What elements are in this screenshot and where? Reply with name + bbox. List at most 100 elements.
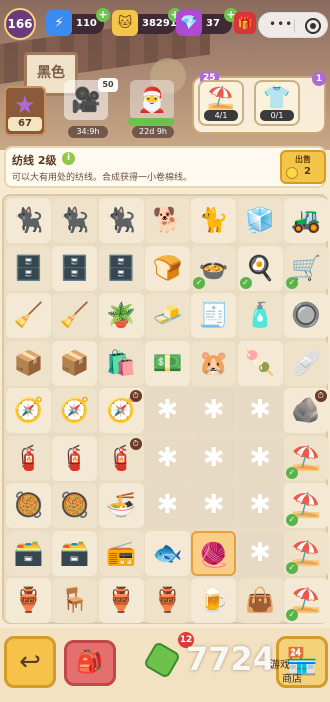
cash-stack-icon: 💵 xyxy=(152,348,183,377)
board-cell-empty[interactable]: ✱ xyxy=(191,483,237,528)
board-cell[interactable]: 📦 xyxy=(6,340,51,386)
santa-event-button[interactable]: 🎅 xyxy=(130,80,174,120)
camera-timer: 34:9h xyxy=(68,126,108,138)
board-cell[interactable]: 🏺 xyxy=(98,578,144,623)
merge-board: 🐈‍⬛ 🐈‍⬛ 🐈‍⬛ 🐕 🐈 🧊 🚜 🗄️ 🗄️ 🗄️ 🍞 🍲 ✓ 🍳 ✓ 🛒 ✓ 🧹 🧹 🪴 🧈 🧾 🧴 🔘 📦 📦 🛍️ 💵 🐹 🍡… xyxy=(2,194,329,624)
board-cell[interactable]: ⛱️ ✓ xyxy=(283,483,329,528)
board-cell[interactable]: 🏺 xyxy=(6,578,51,623)
board-cell[interactable]: 🧯 xyxy=(6,435,51,481)
back-button[interactable]: ↩ xyxy=(4,636,56,688)
board-cell-empty[interactable]: ✱ xyxy=(144,483,190,528)
board-cell-empty[interactable]: ✱ xyxy=(237,435,283,481)
watermark-subtext: 游戏 xyxy=(270,660,290,671)
board-cell[interactable]: 🐈 xyxy=(191,198,237,243)
board-cell[interactable]: 🧶 xyxy=(191,530,237,576)
board-cell[interactable]: 📻 xyxy=(98,530,144,576)
board-cell[interactable]: 🐈‍⬛ xyxy=(6,198,51,243)
gem-counter[interactable]: 💎 37 + xyxy=(176,8,238,36)
board-cell[interactable]: 🧹 xyxy=(6,293,51,338)
market-stall-icon: ⛱️ xyxy=(291,443,322,472)
butter-icon: 🧈 xyxy=(152,301,183,329)
energy-counter[interactable]: ⚡ 110 + xyxy=(46,8,110,36)
sell-button[interactable]: 出售 2 xyxy=(280,150,326,184)
board-cell[interactable]: 🥘 xyxy=(52,483,98,528)
board-cell[interactable]: 🍜 xyxy=(98,483,144,528)
capsule-divider xyxy=(294,19,295,33)
more-menu-icon[interactable]: ••• xyxy=(269,17,293,31)
board-cell-empty[interactable]: ✱ xyxy=(144,435,190,481)
board-cell[interactable]: 🥘 xyxy=(6,483,51,528)
board-cell[interactable]: 🐟 xyxy=(144,530,190,576)
board-cell[interactable]: 🧴 xyxy=(237,293,283,338)
board-cell[interactable]: 🍺 xyxy=(191,578,237,623)
resource-bar: 166 ⚡ 110 + 🐱 38291 + 💎 37 + 🎁 ••• xyxy=(0,6,330,40)
board-cell[interactable]: 🧭 xyxy=(52,388,98,433)
board-cell[interactable]: 🐈‍⬛ xyxy=(98,198,144,243)
watermark-logo: 7724 xyxy=(186,640,276,678)
item-description: 可以大有用处的纺线。合成获得一小卷棉线。 xyxy=(12,173,193,183)
board-cell[interactable]: 🧯 xyxy=(52,435,98,481)
board-cell[interactable]: 🧯 ⏱ xyxy=(98,435,144,481)
board-cell[interactable]: 🧈 xyxy=(144,293,190,338)
board-cell[interactable]: 🧹 xyxy=(52,293,98,338)
board-cell[interactable]: 🩹 xyxy=(283,340,329,386)
board-cell[interactable]: 🧊 xyxy=(237,198,283,243)
board-cell[interactable]: 🗃️ xyxy=(52,530,98,576)
info-icon[interactable]: i xyxy=(62,152,75,165)
board-cell[interactable]: 🍡 xyxy=(237,340,283,386)
star-progress-card[interactable]: ★ 67 xyxy=(4,86,46,136)
close-miniprogram-icon[interactable] xyxy=(305,18,321,34)
board-cell[interactable]: 🍞 xyxy=(144,245,190,291)
board-cell[interactable]: 🍳 ✓ xyxy=(237,245,283,291)
board-cell[interactable]: 🚜 xyxy=(283,198,329,243)
board-cell-empty[interactable]: ✱ xyxy=(144,388,190,433)
backpack-button[interactable]: 🎒 xyxy=(64,640,116,686)
board-cell[interactable]: 🐕 xyxy=(144,198,190,243)
board-cell[interactable]: 🍲 ✓ xyxy=(191,245,237,291)
board-cell[interactable]: 🪨 ⏱ xyxy=(283,388,329,433)
board-cell-empty[interactable]: ✱ xyxy=(191,388,237,433)
board-cell[interactable]: 🗄️ xyxy=(98,245,144,291)
board-cell[interactable]: 🛍️ xyxy=(98,340,144,386)
board-cell[interactable]: 🧾 xyxy=(191,293,237,338)
board-cell[interactable]: 🧭 ⏱ xyxy=(98,388,144,433)
shiba-icon: 🐕 xyxy=(152,206,183,234)
gift-icon[interactable]: 🎁 xyxy=(234,12,256,34)
board-cell-empty[interactable]: ✱ xyxy=(237,530,283,576)
board-cell[interactable]: 🗄️ xyxy=(52,245,98,291)
ready-check-icon: ✓ xyxy=(285,561,298,574)
backpack-icon: 🎒 xyxy=(76,650,104,675)
board-cell[interactable]: 👜 xyxy=(237,578,283,623)
coin-icon xyxy=(286,167,298,179)
board-cell[interactable]: ⛱️ ✓ xyxy=(283,435,329,481)
board-cell[interactable]: 🪑 xyxy=(52,578,98,623)
button-icon: 🔘 xyxy=(291,301,322,329)
board-cell[interactable]: 🛒 ✓ xyxy=(283,245,329,291)
board-cell[interactable]: 🧭 xyxy=(6,388,51,433)
board-cell[interactable]: 🔘 xyxy=(283,293,329,338)
board-cell[interactable]: 📦 xyxy=(52,340,98,386)
star-icon: ★ xyxy=(14,91,36,119)
board-cell[interactable]: 🪴 xyxy=(98,293,144,338)
board-cell-empty[interactable]: ✱ xyxy=(237,483,283,528)
add-energy-button[interactable]: + xyxy=(96,8,110,22)
jar-icon: 🏺 xyxy=(13,586,44,614)
mortar-icon: 🧭 xyxy=(59,396,90,424)
order-card-stall[interactable]: ⛱️ 4/1 xyxy=(198,80,244,126)
board-cell[interactable]: 🐹 xyxy=(191,340,237,386)
board-cell[interactable]: 🏺 xyxy=(144,578,190,623)
board-cell[interactable]: 🐈‍⬛ xyxy=(52,198,98,243)
board-cell[interactable]: ⛱️ ✓ xyxy=(283,530,329,576)
order-card-tshirt[interactable]: 👕 0/1 xyxy=(254,80,300,126)
coin-counter[interactable]: 🐱 38291 + xyxy=(112,8,182,36)
player-level-badge[interactable]: 166 xyxy=(4,8,36,40)
board-cell[interactable]: 💵 xyxy=(144,340,190,386)
energy-value: 110 xyxy=(76,18,97,29)
board-cell-empty[interactable]: ✱ xyxy=(237,388,283,433)
board-cell[interactable]: 🗃️ xyxy=(6,530,51,576)
market-stall-icon: ⛱️ xyxy=(291,538,322,567)
board-cell[interactable]: ⛱️ ✓ xyxy=(283,578,329,623)
chair-icon: 🪑 xyxy=(59,586,90,614)
board-cell[interactable]: 🗄️ xyxy=(6,245,51,291)
board-cell-empty[interactable]: ✱ xyxy=(191,435,237,481)
